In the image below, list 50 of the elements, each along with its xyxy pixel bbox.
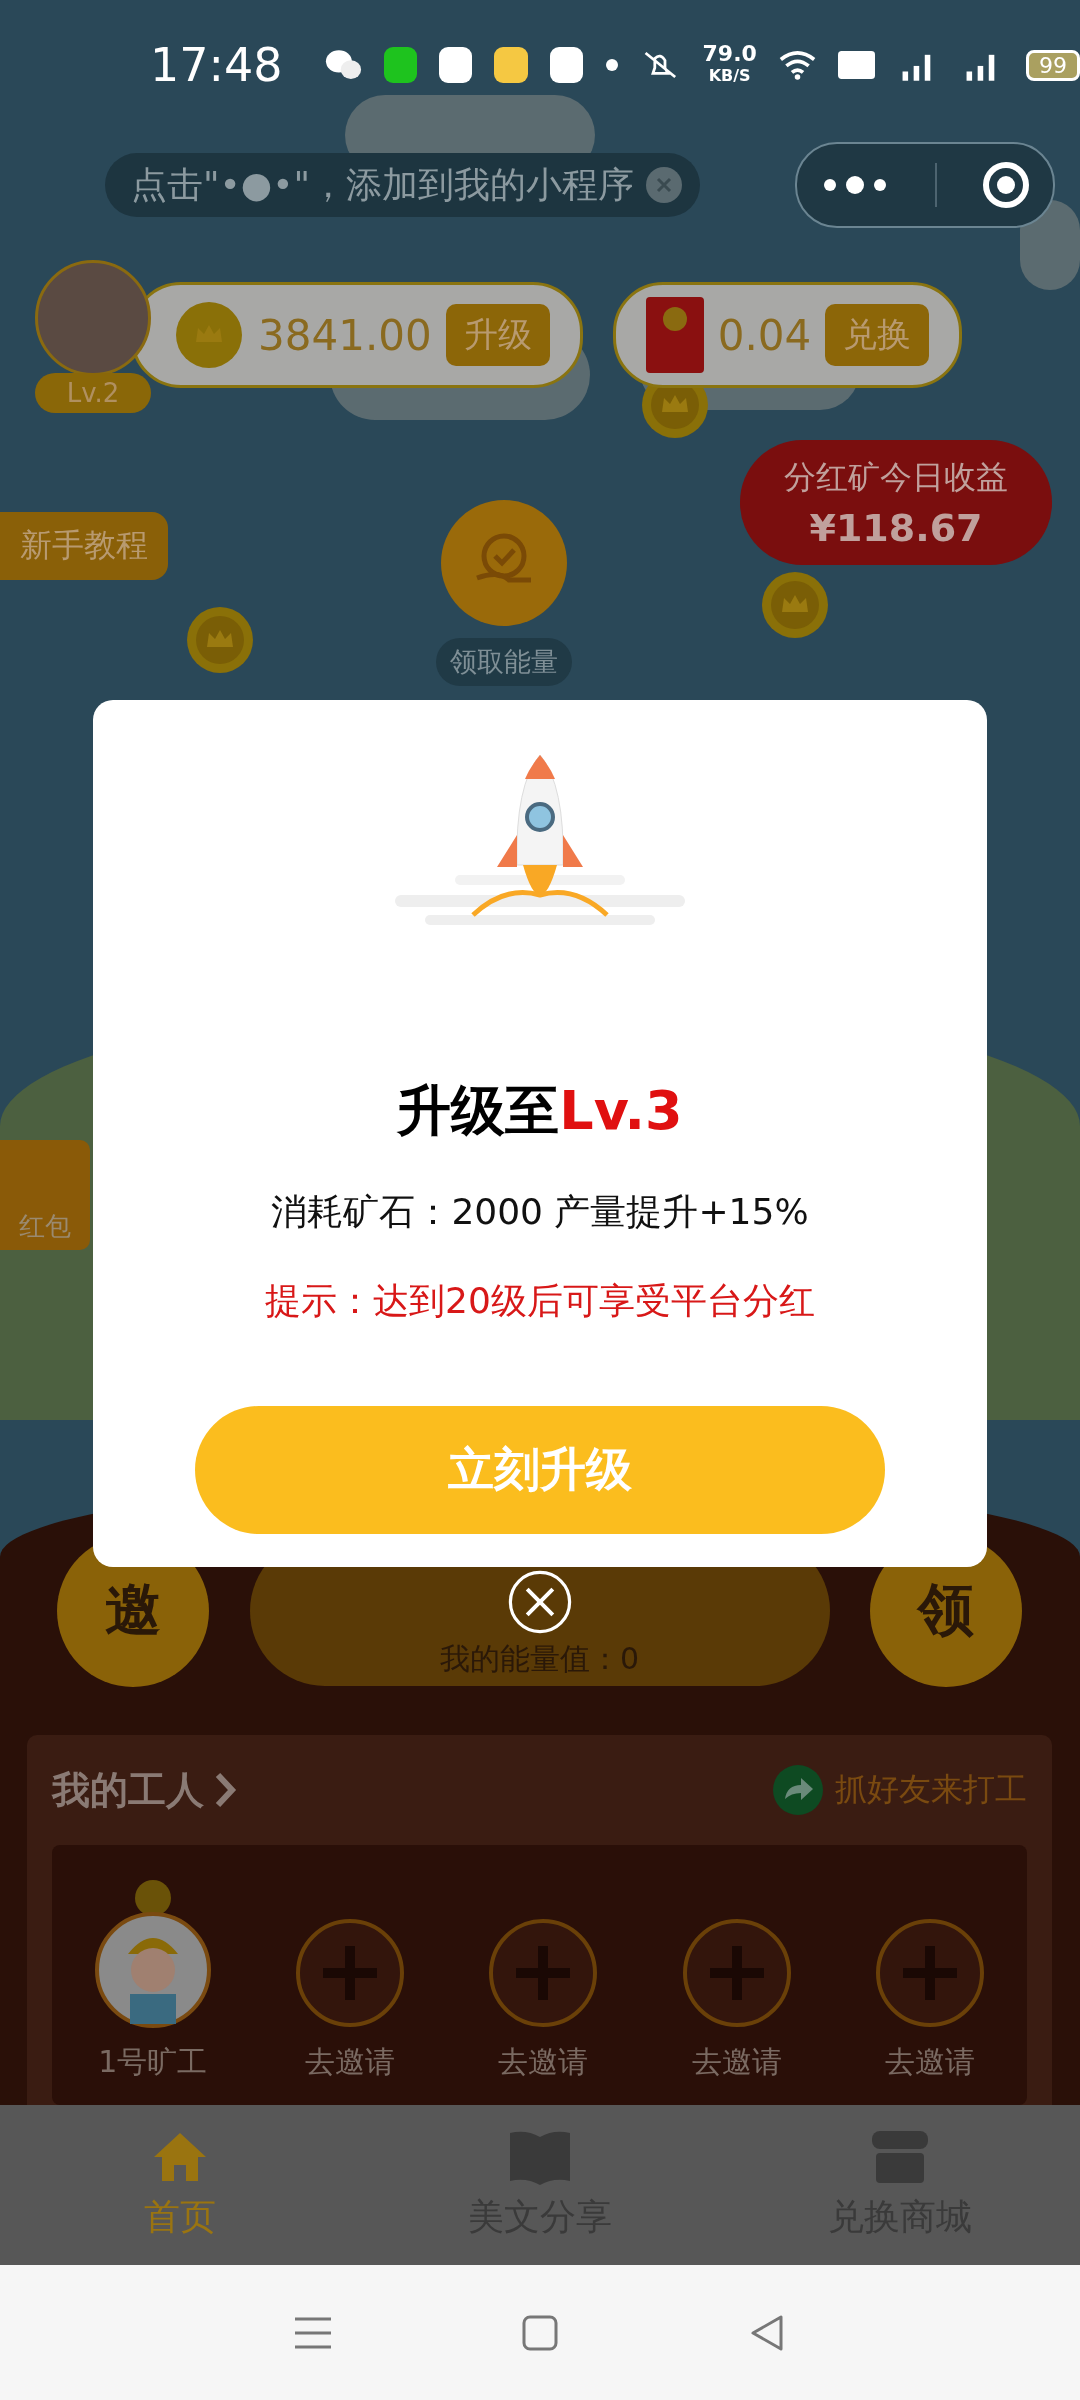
status-time: 17:48 bbox=[150, 38, 283, 92]
close-button[interactable] bbox=[508, 1570, 572, 1634]
chat-icon bbox=[324, 48, 362, 82]
worker-avatar-icon bbox=[93, 1878, 212, 2028]
home-square-icon[interactable] bbox=[522, 2314, 558, 2351]
claim-energy-label: 领取能量 bbox=[436, 638, 572, 686]
tab[interactable]: 首页 bbox=[0, 2105, 360, 2265]
plus-icon bbox=[488, 1918, 599, 2028]
plus-icon bbox=[875, 1918, 986, 2028]
coin-icon bbox=[760, 570, 830, 640]
close-target-icon[interactable] bbox=[982, 161, 1031, 209]
gift-tag[interactable]: 红包 bbox=[0, 1140, 90, 1250]
worker-slot[interactable]: 1号旷工 bbox=[93, 1878, 212, 2083]
invite-slot[interactable]: 去邀请 bbox=[295, 1918, 406, 2083]
envelope-icon bbox=[645, 297, 704, 373]
invite-friends-link[interactable]: 抓好友来打工 bbox=[773, 1765, 1027, 1815]
wifi-icon bbox=[778, 49, 816, 81]
app-icon bbox=[383, 47, 417, 83]
dividend-amount: ¥118.67 bbox=[809, 505, 983, 550]
dividend-card[interactable]: 分红矿今日收益 ¥118.67 bbox=[740, 440, 1052, 565]
balance-amount: 3841.00 bbox=[258, 310, 432, 360]
plus-icon bbox=[295, 1918, 406, 2028]
coin-icon bbox=[185, 605, 255, 675]
my-workers-link[interactable]: 我的工人 bbox=[52, 1764, 238, 1816]
app-icon bbox=[494, 47, 528, 83]
network-speed: 79.0 KB/S bbox=[702, 43, 757, 87]
hd-icon bbox=[837, 50, 875, 80]
chevron-icon bbox=[214, 1771, 238, 1809]
invite-slot[interactable]: 去邀请 bbox=[875, 1918, 986, 2083]
battery-level: 99 bbox=[1026, 49, 1080, 81]
close-icon[interactable] bbox=[646, 167, 682, 203]
coin-icon bbox=[174, 300, 244, 370]
tutorial-button[interactable]: 新手教程 bbox=[0, 512, 168, 580]
balance-action-button[interactable]: 兑换 bbox=[825, 304, 930, 366]
balance-amount: 0.04 bbox=[717, 310, 812, 360]
invite-slot[interactable]: 去邀请 bbox=[488, 1918, 599, 2083]
balance-action-button[interactable]: 升级 bbox=[445, 304, 550, 366]
upgrade-now-button[interactable]: 立刻升级 bbox=[195, 1406, 885, 1534]
share-icon bbox=[773, 1765, 823, 1815]
upgrade-cost-text: 消耗矿石：2000 产量提升+15% bbox=[271, 1190, 809, 1234]
app-icon bbox=[549, 47, 583, 83]
dialog-title: 升级至Lv.3 bbox=[397, 1078, 683, 1144]
app-icon bbox=[438, 47, 473, 83]
plus-icon bbox=[681, 1918, 792, 2028]
level-badge: Lv.2 bbox=[35, 373, 151, 413]
invite-slot[interactable]: 去邀请 bbox=[681, 1918, 792, 2083]
store-icon bbox=[870, 2128, 930, 2185]
hint-text: 点击"•●•"，添加到我的小程序 bbox=[131, 162, 634, 207]
dividend-title: 分红矿今日收益 bbox=[784, 456, 1008, 498]
dividend-hint-text: 提示：达到20级后可享受平台分红 bbox=[265, 1279, 815, 1323]
